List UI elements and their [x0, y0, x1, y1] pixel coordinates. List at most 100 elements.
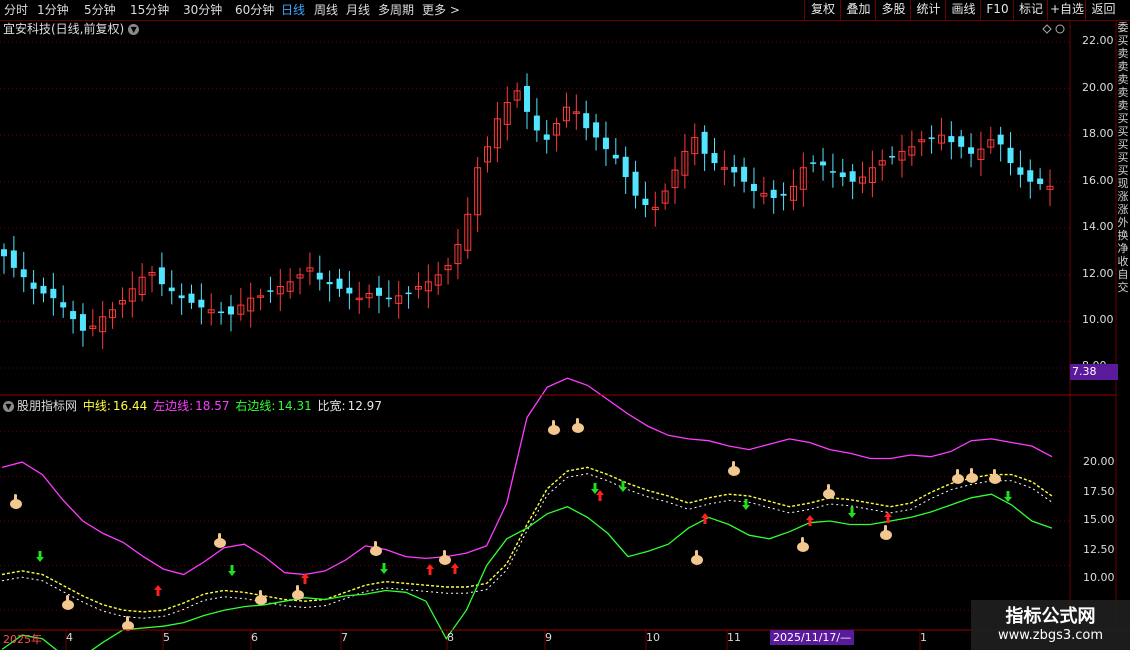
candle-body [50, 288, 57, 299]
candle-body [316, 272, 323, 280]
candle-body [642, 198, 649, 205]
cursor-date-tag: 2025/11/17/— [770, 630, 855, 645]
diamond-icon[interactable] [1042, 24, 1052, 34]
watermark: 指标公式网 www.zbgs3.com [971, 600, 1130, 650]
indicator-header: ▼ 股朋指标网 中线: 16.44 左边线: 18.57 右边线: 14.31 比宽: 1… [3, 398, 384, 414]
candle-body [701, 131, 708, 154]
y-tick: 16.00 [1082, 174, 1114, 187]
candle-body [820, 161, 827, 166]
hand-icon [370, 541, 382, 556]
x-tick: 1 [920, 631, 927, 644]
candle-body [928, 137, 935, 139]
stock-title: 宜安科技(日线,前复权) [3, 22, 125, 36]
x-tick: 9 [545, 631, 552, 644]
candle-body [1027, 170, 1034, 182]
x-tick: 5 [163, 631, 170, 644]
candle-body [533, 115, 540, 131]
candle-body [168, 287, 175, 292]
chevron-down-icon[interactable]: ▼ [3, 401, 14, 412]
candle-body [346, 287, 353, 294]
y-tick: 10.00 [1083, 571, 1115, 584]
right-strip-label: 买 [1117, 138, 1129, 151]
hand-icon [823, 484, 835, 499]
y-tick: 20.00 [1083, 455, 1115, 468]
hand-icon [292, 585, 304, 600]
y-tick: 15.00 [1083, 513, 1115, 526]
candle-body [227, 306, 234, 315]
candle-body [543, 134, 550, 140]
upper-line-value: 18.57 [195, 399, 230, 413]
x-tick: 4 [66, 631, 73, 644]
y-tick: 12.00 [1082, 267, 1114, 280]
candle-body [731, 166, 738, 173]
red-up-arrow [154, 585, 162, 596]
y-tick: 22.00 [1082, 34, 1114, 47]
candle-body [60, 302, 67, 308]
candle-body [810, 162, 817, 164]
right-strip-label: 买 [1117, 151, 1129, 164]
watermark-url: www.zbgs3.com [997, 628, 1104, 643]
right-strip-label: 涨 [1117, 203, 1129, 216]
right-strip-label: 买 [1117, 112, 1129, 125]
candle-body [622, 156, 629, 178]
candle-body [188, 293, 195, 303]
right-strip-label: 收 [1117, 255, 1129, 268]
candle-body [10, 250, 17, 268]
right-strip-label: 外 [1117, 216, 1129, 229]
settings-circle-icon[interactable] [1055, 24, 1065, 34]
x-tick: 7 [341, 631, 348, 644]
green-down-arrow [36, 551, 44, 562]
chart-canvas[interactable] [0, 0, 1130, 650]
chevron-down-icon[interactable]: ▼ [128, 24, 140, 35]
candle-body [375, 287, 382, 296]
candle-body [524, 85, 530, 112]
hand-icon [952, 469, 964, 484]
candle-body [750, 183, 757, 192]
right-strip-label: 买 [1117, 164, 1129, 177]
lower-line-value: 14.31 [277, 399, 312, 413]
red-up-arrow [596, 490, 604, 501]
indicator-name: 股朋指标网 [17, 399, 78, 413]
upper-line-label: 左边线: [153, 399, 194, 413]
watermark-title: 指标公式网 [1005, 606, 1096, 627]
y-tick: 10.00 [1082, 313, 1114, 326]
hand-icon [728, 461, 740, 476]
hand-icon [691, 550, 703, 565]
candle-body [780, 193, 787, 196]
candle-body [612, 154, 619, 159]
last-price-tag: 7.38 [1070, 364, 1118, 380]
candle-body [1017, 167, 1024, 175]
candle-body [849, 171, 856, 182]
right-strip-label: 自 [1117, 268, 1129, 281]
candle-body [711, 153, 718, 164]
right-strip-label: 委 [1117, 21, 1129, 34]
candle-body [178, 295, 185, 299]
x-tick: 11 [727, 631, 741, 644]
right-strip-label: 卖 [1117, 60, 1129, 73]
hand-icon [10, 494, 22, 509]
right-info-strip[interactable]: 委买卖卖卖卖卖买买买买买现涨涨外换净收自交 [1116, 21, 1130, 630]
hand-icon [439, 550, 451, 565]
lower-line-label: 右边线: [235, 399, 276, 413]
candle-body [1007, 147, 1014, 164]
candle-body [632, 171, 639, 196]
hand-icon [572, 418, 584, 433]
hand-icon [255, 590, 267, 605]
green-down-arrow [591, 483, 599, 494]
right-strip-label: 买 [1117, 125, 1129, 138]
hand-icon [62, 595, 74, 610]
kline-candles [1, 73, 1054, 350]
hand-icon [548, 420, 560, 435]
mid-line-value: 16.44 [112, 399, 148, 413]
width-ratio-value: 12.97 [347, 399, 382, 413]
x-tick: 10 [646, 631, 660, 644]
hand-icon [880, 525, 892, 540]
right-strip-label: 交 [1117, 281, 1129, 294]
candle-body [968, 147, 975, 154]
candle-body [267, 290, 274, 292]
x-tick: 8 [447, 631, 454, 644]
candle-body [1, 249, 7, 257]
candle-body [889, 156, 896, 158]
kline-header: 宜安科技(日线,前复权) ▼ [3, 21, 140, 37]
green-down-arrow [380, 563, 388, 574]
